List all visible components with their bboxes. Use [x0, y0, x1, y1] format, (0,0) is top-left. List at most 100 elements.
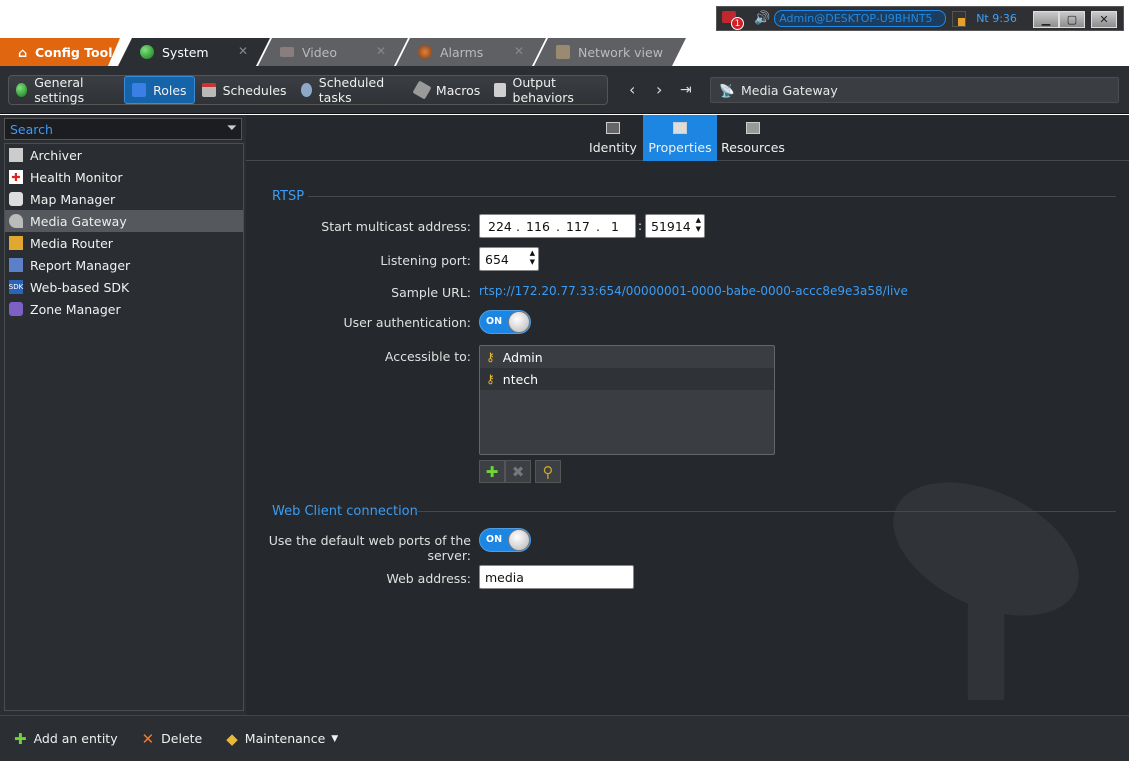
entity-label: Web-based SDK	[30, 279, 130, 295]
entity-report-manager[interactable]: Report Manager	[5, 254, 243, 276]
tab-system[interactable]: System ✕	[118, 38, 270, 66]
app-window: ⌂ Config Tool System ✕ Video ✕ Alarms ✕ …	[0, 0, 1129, 761]
jump-to-icon[interactable]: ⇥	[680, 82, 692, 98]
multicast-port-field[interactable]: 51914 ▲ ▼	[645, 214, 705, 238]
report-manager-icon	[9, 258, 23, 272]
zone-manager-icon	[9, 302, 23, 316]
accessible-list: ⚷ Admin ⚷ ntech	[479, 345, 775, 455]
maximize-button[interactable]: ▢	[1059, 11, 1085, 28]
add-entity-button[interactable]: ✚ Add an entity	[14, 730, 118, 748]
back-arrow-icon[interactable]: ‹	[629, 80, 635, 99]
tab-strip: ⌂ Config Tool System ✕ Video ✕ Alarms ✕ …	[0, 0, 1129, 66]
close-icon[interactable]: ✕	[376, 44, 386, 58]
user-label: Admin@DESKTOP-U9BHNT5	[779, 12, 933, 25]
user-auth-label: User authentication:	[343, 315, 471, 330]
schedules-button[interactable]: Schedules	[195, 76, 294, 104]
scheduled-tasks-label: Scheduled tasks	[318, 75, 385, 105]
entity-archiver[interactable]: Archiver	[5, 144, 243, 166]
sample-url-link[interactable]: rtsp://172.20.77.33:654/00000001-0000-ba…	[479, 284, 908, 298]
output-behaviors-label: Output behaviors	[512, 75, 574, 105]
entity-media-gateway[interactable]: Media Gateway	[5, 210, 243, 232]
add-user-button[interactable]: ✚	[479, 460, 505, 483]
remove-user-button[interactable]: ✖	[505, 460, 531, 483]
tab-resources[interactable]: Resources	[717, 115, 789, 161]
tab-network-view[interactable]: Network view	[534, 38, 686, 66]
schedules-label: Schedules	[222, 82, 287, 98]
toggle-state: ON	[486, 534, 503, 545]
delete-label: Delete	[161, 731, 203, 746]
maintenance-label: Maintenance	[244, 731, 326, 746]
section-web-title: Web Client connection	[272, 504, 418, 519]
tab-properties-label: Properties	[648, 140, 712, 155]
minimize-button[interactable]: ▁	[1033, 11, 1059, 28]
macro-icon	[412, 80, 432, 100]
web-address-label: Web address:	[386, 571, 471, 586]
health-monitor-icon: ✚	[9, 170, 23, 184]
entity-label: Archiver	[30, 147, 82, 163]
entity-health-monitor[interactable]: ✚ Health Monitor	[5, 166, 243, 188]
delete-button[interactable]: ✕ Delete	[142, 730, 203, 748]
spinner-icon[interactable]: ▲ ▼	[530, 249, 535, 267]
close-window-button[interactable]: ✕	[1091, 11, 1117, 28]
notification-icon[interactable]: 1	[722, 10, 744, 30]
tab-identity-label: Identity	[589, 140, 637, 155]
tab-identity[interactable]: Identity	[583, 115, 643, 161]
forward-arrow-icon[interactable]: ›	[656, 80, 662, 99]
panel-tabs: Identity Properties Resources	[246, 115, 1129, 161]
scheduled-tasks-button[interactable]: Scheduled tasks	[294, 75, 408, 105]
entity-zone-manager[interactable]: Zone Manager	[5, 298, 243, 320]
macros-button[interactable]: Macros	[408, 76, 487, 104]
close-icon[interactable]: ✕	[238, 44, 248, 58]
delete-icon: ✕	[141, 729, 155, 748]
multicast-address-field[interactable]: 224. 116. 117. 1	[479, 214, 636, 238]
roles-button[interactable]: Roles	[124, 76, 195, 104]
search-input[interactable]: Search ⏷	[4, 118, 242, 140]
plus-icon: ✚	[14, 729, 27, 748]
properties-icon	[673, 122, 687, 134]
properties-panel: Identity Properties Resources RTSP Start…	[246, 115, 1129, 715]
tab-video[interactable]: Video ✕	[258, 38, 408, 66]
tab-alarms[interactable]: Alarms ✕	[396, 38, 546, 66]
tab-config-tool[interactable]: ⌂ Config Tool	[0, 38, 120, 66]
user-name: Admin	[502, 349, 543, 365]
alarm-icon	[418, 45, 432, 59]
home-icon: ⌂	[18, 44, 27, 60]
cpu-meter-icon	[952, 10, 967, 27]
entity-map-manager[interactable]: Map Manager	[5, 188, 243, 210]
output-behaviors-button[interactable]: Output behaviors	[487, 75, 607, 105]
list-item[interactable]: ⚷ Admin	[480, 346, 774, 368]
user-auth-toggle[interactable]: ON	[479, 310, 531, 334]
entity-label: Report Manager	[30, 257, 131, 273]
tab-properties[interactable]: Properties	[643, 115, 717, 161]
filter-icon[interactable]: ⏷	[227, 121, 237, 136]
listening-port-field[interactable]: 654 ▲ ▼	[479, 247, 539, 271]
entity-media-router[interactable]: Media Router	[5, 232, 243, 254]
media-gateway-icon	[9, 214, 23, 228]
web-address-field[interactable]: media	[479, 565, 634, 589]
close-icon[interactable]: ✕	[514, 44, 524, 58]
tab-alarms-label: Alarms	[440, 44, 484, 60]
list-item[interactable]: ⚷ ntech	[480, 368, 774, 390]
key-button[interactable]: ⚲	[535, 460, 561, 483]
default-ports-label: Use the default web ports of the server:	[268, 533, 471, 563]
archiver-icon	[9, 148, 23, 162]
maintenance-button[interactable]: ◆ Maintenance ▼	[226, 730, 338, 748]
output-icon	[494, 83, 506, 97]
scheduled-task-icon	[300, 83, 312, 97]
default-ports-toggle[interactable]: ON	[479, 528, 531, 552]
entity-label: Map Manager	[30, 191, 116, 207]
user-badge[interactable]: Admin@DESKTOP-U9BHNT5	[774, 10, 947, 27]
speaker-icon[interactable]: 🔊	[754, 11, 770, 26]
general-settings-label: General settings	[34, 75, 85, 105]
status-tray: 1 🔊 Admin@DESKTOP-U9BHNT5 Nt 9:36 ▁ ▢ ✕	[716, 6, 1124, 31]
breadcrumb[interactable]: 📡 Media Gateway	[710, 77, 1119, 103]
general-settings-button[interactable]: General settings	[9, 75, 124, 105]
sdk-icon: SDK	[9, 280, 23, 294]
spinner-icon[interactable]: ▲ ▼	[696, 216, 701, 234]
listening-port-label: Listening port:	[380, 253, 471, 268]
entity-panel: Search ⏷ Archiver ✚ Health Monitor Map M…	[0, 115, 246, 715]
entity-label: Media Gateway	[30, 213, 127, 229]
entity-web-sdk[interactable]: SDK Web-based SDK	[5, 276, 243, 298]
notification-count: 1	[731, 16, 744, 30]
divider	[308, 196, 1116, 197]
